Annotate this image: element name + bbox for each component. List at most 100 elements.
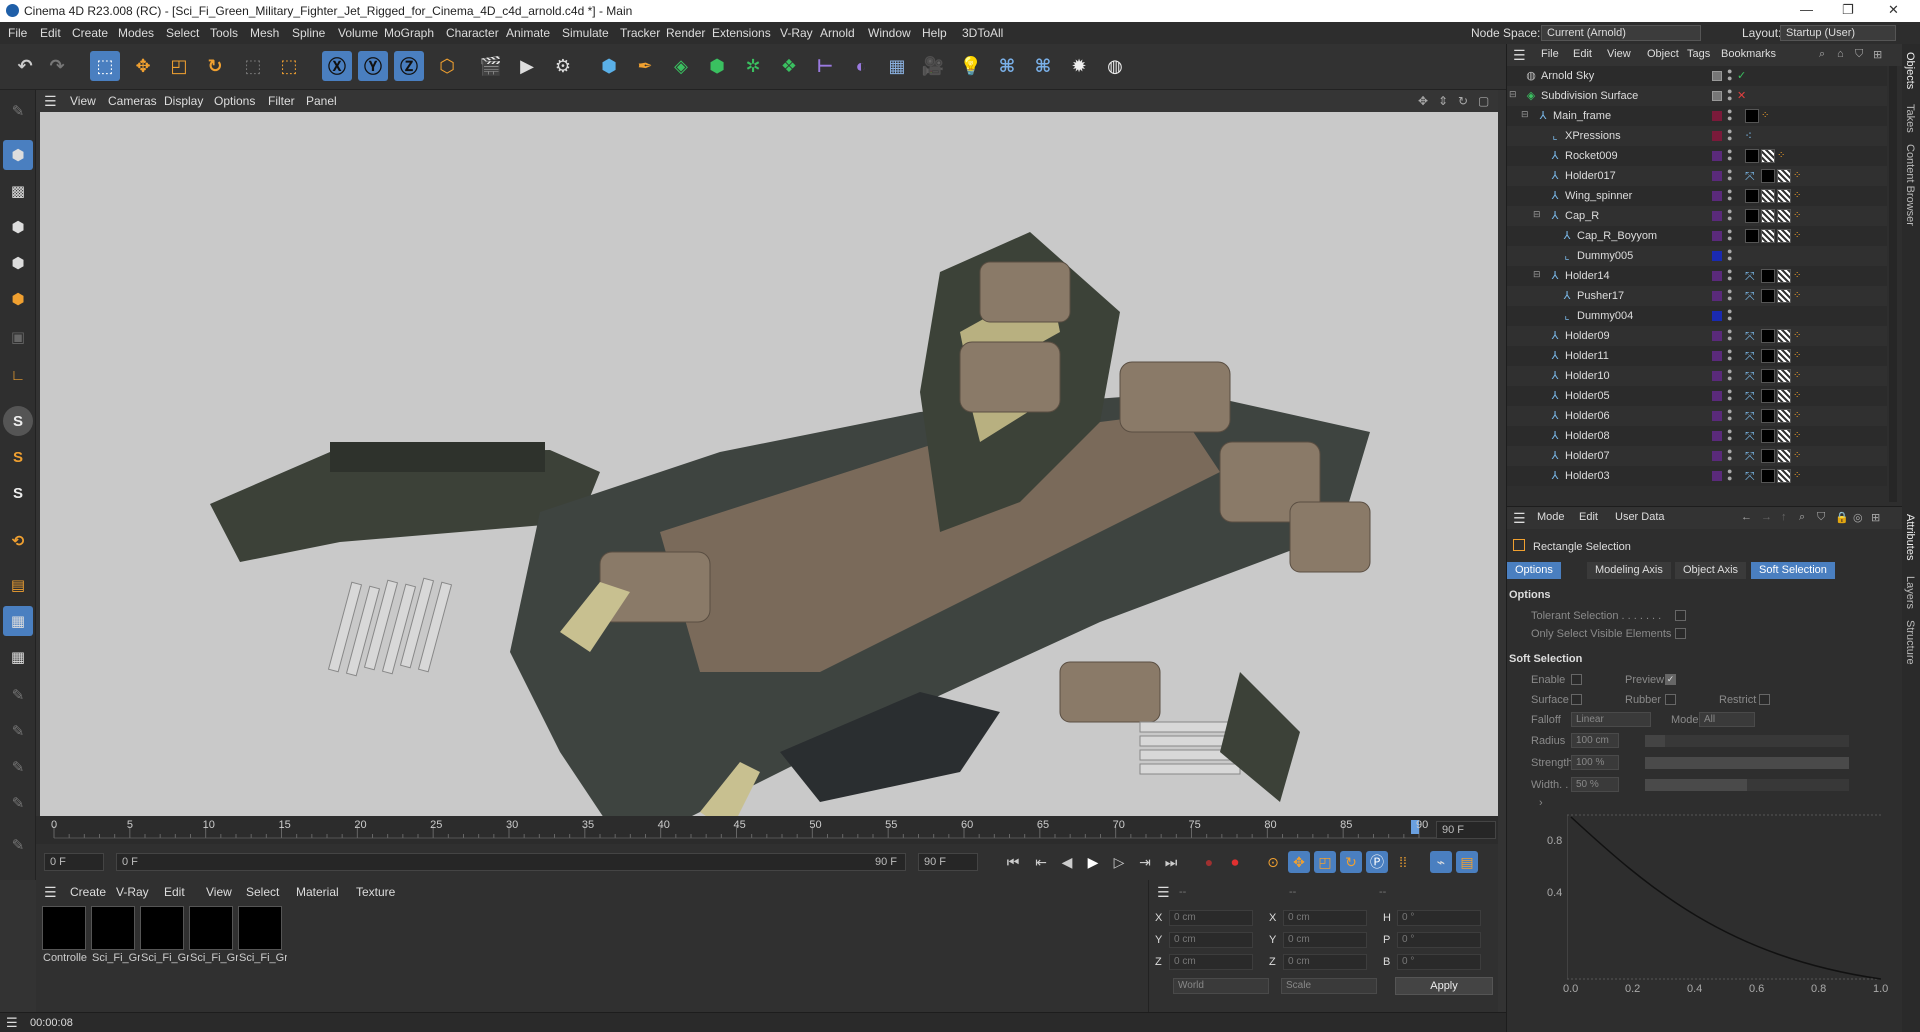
only-visible-checkbox[interactable] [1675,628,1686,639]
object-row[interactable]: ⅄ Holder017 ● ● ⤧ ⁘ [1507,166,1887,186]
material-menu-texture[interactable]: Texture [356,885,395,899]
visibility-dots-icon[interactable]: ● ● [1727,467,1732,483]
visibility-dots-icon[interactable]: ● ● [1727,107,1732,123]
layer-color-swatch[interactable] [1712,291,1722,301]
object-row[interactable]: ⅄ Holder06 ● ● ⤧ ⁘ [1507,406,1887,426]
layer-color-swatch[interactable] [1712,271,1722,281]
layer-color-swatch[interactable] [1712,151,1722,161]
object-row[interactable]: ⅄ Holder11 ● ● ⤧ ⁘ [1507,346,1887,366]
viewport-menu-options[interactable]: Options [214,94,255,108]
coord-mode-dropdown[interactable]: Scale [1281,978,1377,994]
frame-range-slider[interactable]: 0 F 90 F [116,853,906,871]
coord-rot-field[interactable]: 0 ° [1397,910,1481,926]
quantize-icon[interactable]: S [3,478,33,508]
pose-tag-icon[interactable]: ⤧ [1745,429,1759,443]
pose-tag-icon[interactable]: ⤧ [1745,329,1759,343]
menu-edit[interactable]: Edit [40,26,61,40]
side-tab-layers[interactable]: Layers [1904,576,1916,609]
keyframe-selection-icon[interactable]: ⊙ [1262,851,1284,873]
pose-tag-icon[interactable]: ⤧ [1745,289,1759,303]
rotate-tool-icon[interactable]: ↻ [200,51,230,81]
material-menu-create[interactable]: Create [70,885,106,899]
light-icon[interactable]: 💡 [956,51,986,81]
object-home-icon[interactable]: ⌂ [1837,48,1844,60]
layer-color-swatch[interactable] [1712,371,1722,381]
key-scale-icon[interactable]: ◰ [1314,851,1336,873]
coord-pos-field[interactable]: 0 cm [1169,954,1253,970]
menu-extensions[interactable]: Extensions [712,26,771,40]
material-menu-edit[interactable]: Edit [164,885,185,899]
visibility-dots-icon[interactable]: ● ● [1727,367,1732,383]
visibility-dots-icon[interactable]: ● ● [1727,267,1732,283]
y-axis-icon[interactable]: Ⓨ [358,51,388,81]
subdivision-icon[interactable]: ◈ [666,51,696,81]
menu-modes[interactable]: Modes [118,26,154,40]
material-swatch[interactable] [42,906,86,950]
ik-tag-icon[interactable]: ⁘ [1761,110,1771,122]
object-row[interactable]: ⊟ ⅄ Holder14 ● ● ⤧ ⁘ [1507,266,1887,286]
next-frame-icon[interactable]: ▷ [1108,851,1130,873]
cloner-icon[interactable]: ✲ [738,51,768,81]
object-row[interactable]: ⊟ ⅄ Cap_R ● ● ⁘ [1507,206,1887,226]
layer-color-swatch[interactable] [1712,311,1722,321]
locked-workplane-icon[interactable]: ▦ [3,642,33,672]
attr-menu-mode[interactable]: Mode [1537,511,1565,523]
texture-tag-icon[interactable] [1761,209,1775,223]
layer-color-swatch[interactable] [1712,411,1722,421]
viewport-move-icon[interactable]: ✥ [1418,94,1428,108]
coord-pos-field[interactable]: 0 cm [1169,910,1253,926]
grid-icon[interactable]: ▦ [3,606,33,636]
enabled-check-icon[interactable]: ✓ [1737,69,1746,82]
expand-toggle-icon[interactable]: ⊟ [1533,209,1541,220]
menu-render[interactable]: Render [666,26,705,40]
object-scrollbar[interactable] [1889,66,1897,502]
layer-color-swatch[interactable] [1712,431,1722,441]
undo-icon[interactable]: ↶ [10,51,40,81]
radius-slider[interactable] [1645,735,1849,747]
layer-color-swatch[interactable] [1712,231,1722,241]
material-menu-select[interactable]: Select [246,885,279,899]
viewport-rotate-icon[interactable]: ↻ [1458,94,1468,108]
object-row[interactable]: ⅄ Holder08 ● ● ⤧ ⁘ [1507,426,1887,446]
ik-tag-icon[interactable]: ⁘ [1793,470,1803,482]
menu-3dtoall[interactable]: 3DToAll [962,26,1003,40]
viewport-hamburger-icon[interactable]: ☰ [44,93,57,110]
menu-character[interactable]: Character [446,26,499,40]
tab-object-axis[interactable]: Object Axis [1675,562,1747,579]
play-icon[interactable]: ▶ [1082,851,1104,873]
object-row[interactable]: ⅄ Rocket009 ● ● ⁘ [1507,146,1887,166]
start-frame-field[interactable]: 0 F [44,853,104,871]
visibility-dots-icon[interactable]: ● ● [1727,307,1732,323]
coord-size-field[interactable]: 0 cm [1283,954,1367,970]
texture-tag-icon[interactable] [1761,189,1775,203]
visibility-dots-icon[interactable]: ● ● [1727,347,1732,363]
texture-tag-icon[interactable] [1777,189,1791,203]
visibility-dots-icon[interactable]: ● ● [1727,287,1732,303]
object-menu-tags[interactable]: Tags [1687,48,1710,60]
pose-tag-icon[interactable]: ⤧ [1745,169,1759,183]
texture-tag-icon[interactable] [1777,389,1791,403]
pose-tag-icon[interactable]: ⤧ [1745,369,1759,383]
uv-mode-icon[interactable]: ▣ [3,322,33,352]
object-row[interactable]: ⌞ XPressions ● ● ⁖ [1507,126,1887,146]
attr-up-icon[interactable]: ↑ [1781,511,1787,523]
ik-tag-icon[interactable]: ⁘ [1793,330,1803,342]
material-tag-icon[interactable] [1761,349,1775,363]
layer-color-swatch[interactable] [1712,91,1722,101]
attr-menu-userdata[interactable]: User Data [1615,511,1665,523]
viewport-menu-display[interactable]: Display [164,94,203,108]
apply-button[interactable]: Apply [1395,977,1493,995]
menu-arnold[interactable]: Arnold [820,26,855,40]
globe-icon[interactable]: ◍ [1100,51,1130,81]
snap-icon[interactable]: S [3,406,33,436]
record-icon[interactable]: ● [1198,851,1220,873]
tab-modeling-axis[interactable]: Modeling Axis [1587,562,1671,579]
menu-mograph[interactable]: MoGraph [384,26,434,40]
width-field[interactable]: 50 % [1571,777,1619,792]
auto-key-icon[interactable]: ⏺ [1224,851,1246,873]
menu-create[interactable]: Create [72,26,108,40]
object-row[interactable]: ⌞ Dummy005 ● ● [1507,246,1887,266]
layer-color-swatch[interactable] [1712,71,1722,81]
render-view-icon[interactable]: 🎬 [476,51,506,81]
material-swatch[interactable] [140,906,184,950]
